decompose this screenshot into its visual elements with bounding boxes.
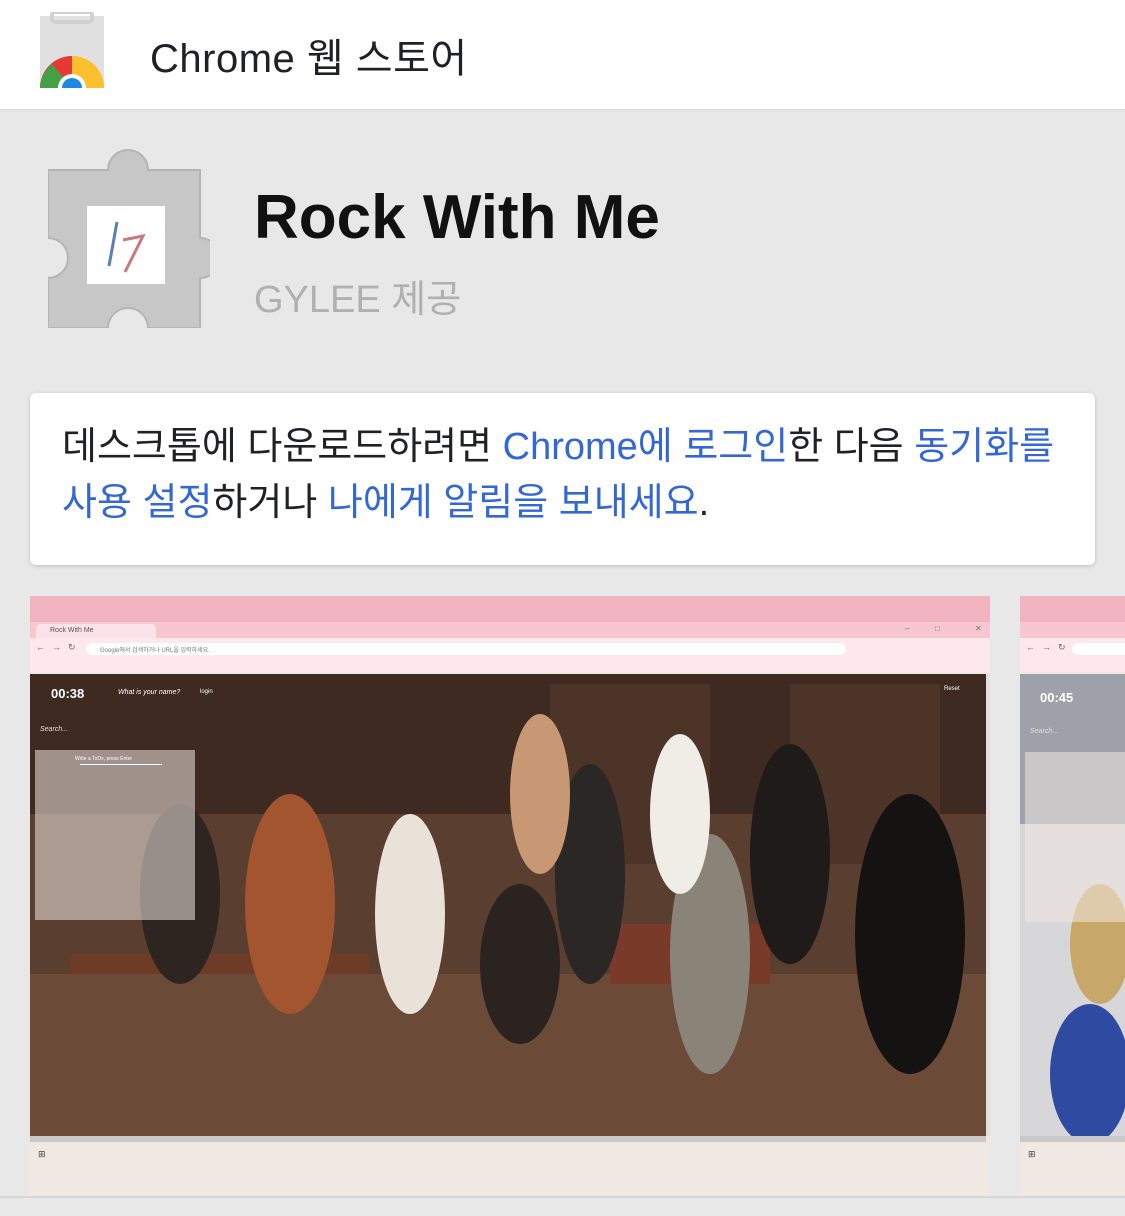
desktop-download-notice: 데스크톱에 다운로드하려면 Chrome에 로그인한 다음 동기화를 사용 설정… [30,393,1095,565]
remind-me-link[interactable]: 나에게 알림을 보내세요 [328,482,699,524]
divider [0,1196,1125,1198]
todo-panel [1025,752,1125,922]
search-label: Search... [40,726,69,733]
todo-placeholder: Write a ToDo, press Enter [75,756,133,762]
screenshot-2[interactable]: ← → ↻ 00:45 Search... ⊞ [1020,596,1125,1196]
address-bar [1072,643,1125,655]
extension-title: Rock With Me [254,183,660,252]
store-title[interactable]: Chrome 웹 스토어 [150,26,468,84]
store-header: Chrome 웹 스토어 [0,0,1125,110]
horizontal-scrollbar [30,1136,986,1142]
extension-thumbnail [87,206,165,284]
name-prompt: What is your name? [118,689,181,696]
vertical-scrollbar [986,674,990,1136]
back-icon: ← [1026,642,1035,652]
notice-text: 데스크톱에 다운로드하려면 [62,426,503,468]
close-icon: ✕ [975,624,982,633]
browser-tabbar [30,622,990,638]
browser-tab: Rock With Me [36,624,156,638]
notice-text: 하거나 [212,482,328,524]
login-label: login [200,689,213,695]
horizontal-scrollbar [1020,1136,1125,1142]
todo-panel [35,750,195,920]
screenshot-frame [1020,596,1125,622]
seventeen-logo-icon [107,221,146,273]
reload-icon: ↻ [68,642,76,652]
clock: 00:45 [1040,690,1074,705]
chrome-web-store-icon[interactable] [32,12,112,88]
address-bar: Google에서 검색하거나 URL을 입력하세요. [86,643,846,655]
search-label: Search... [1030,728,1059,735]
notice-text: . [698,482,710,524]
maximize-icon: □ [935,624,940,633]
forward-icon: → [52,642,61,652]
todo-underline [80,764,162,765]
screenshot-frame [30,596,990,622]
screenshot-1[interactable]: Rock With Me – □ ✕ ← → ↻ Google에서 검색하거나 … [30,596,990,1196]
clock: 00:38 [51,686,85,701]
chrome-link[interactable]: Chrome [503,426,638,468]
notice-text: 한 다음 [788,426,915,468]
windows-start-icon: ⊞ [1028,1149,1036,1159]
forward-icon: → [1042,642,1051,652]
back-icon: ← [36,642,45,652]
reload-icon: ↻ [1058,642,1066,652]
browser-tabbar [1020,622,1125,638]
reset-label: Reset [944,686,960,692]
windows-start-icon: ⊞ [38,1149,46,1159]
login-link[interactable]: 에 로그인 [638,426,788,468]
extension-author[interactable]: GYLEE 제공 [254,268,461,323]
minimize-icon: – [905,624,910,633]
